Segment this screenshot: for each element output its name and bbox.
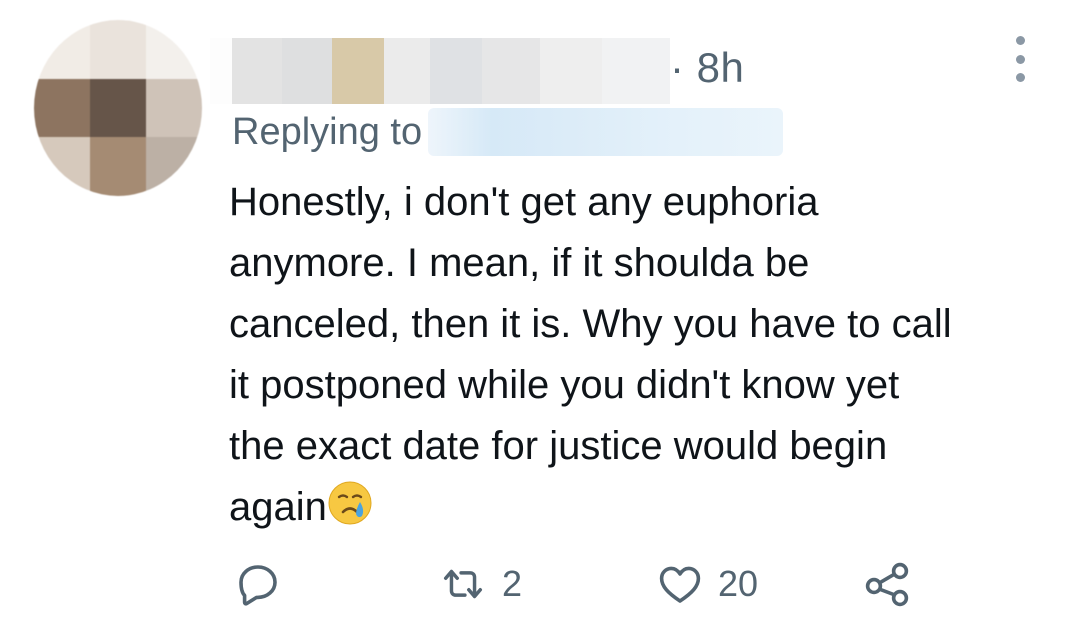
avatar-pixel (34, 137, 90, 196)
avatar-pixel (146, 78, 202, 138)
avatar-pixel (90, 78, 146, 138)
retweet-button[interactable]: 2 (438, 556, 522, 612)
more-options-icon[interactable] (1012, 36, 1028, 82)
redaction-segment (482, 38, 540, 104)
replying-to-line: Replying to (232, 108, 784, 156)
like-button[interactable]: 20 (656, 556, 758, 612)
dot (1015, 73, 1025, 82)
tweet-text: Honestly, i don't get any euphoria anymo… (229, 180, 952, 529)
redaction-segment (282, 38, 332, 104)
reply-button[interactable] (234, 556, 282, 612)
dot (1015, 54, 1025, 64)
avatar-pixel (34, 78, 90, 138)
avatar-pixel (90, 137, 146, 196)
redaction-segment (210, 38, 232, 104)
avatar-pixel (146, 20, 202, 79)
avatar-pixel (146, 137, 202, 196)
redaction-segment (332, 38, 384, 104)
reply-icon (239, 565, 277, 606)
replying-to-label: Replying to (232, 110, 423, 153)
display-name-redacted[interactable] (210, 38, 670, 104)
share-button[interactable] (862, 556, 914, 612)
redaction-segment (384, 38, 430, 104)
replied-handle-redacted[interactable] (428, 108, 784, 156)
redaction-segment (232, 38, 282, 104)
heart-icon (659, 566, 701, 603)
retweet-icon (443, 569, 483, 599)
redaction-segment (602, 38, 670, 104)
redaction-segment (540, 38, 602, 104)
avatar-pixel (90, 20, 146, 79)
share-icon (865, 562, 909, 607)
tweet-body: Honestly, i don't get any euphoria anymo… (229, 172, 1059, 538)
crying-face-emoji-icon (328, 481, 372, 525)
like-count: 20 (718, 563, 759, 604)
tweet-actions: 2 20 (230, 556, 930, 616)
avatar[interactable] (34, 20, 202, 196)
avatar-pixel (34, 20, 90, 79)
redaction-segment (430, 38, 482, 104)
retweet-count: 2 (502, 563, 523, 604)
tweet-timestamp[interactable]: · 8h (670, 44, 744, 92)
dot (1015, 36, 1025, 45)
